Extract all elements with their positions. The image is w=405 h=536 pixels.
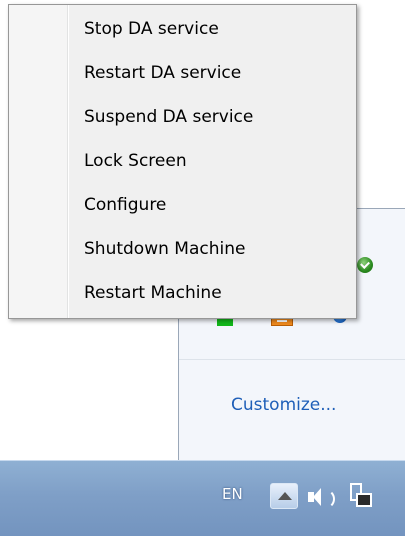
menu-icon-gutter xyxy=(9,5,69,318)
speaker-icon[interactable] xyxy=(308,487,336,509)
menu-item-lock-screen[interactable]: Lock Screen xyxy=(84,151,187,171)
menu-item-restart-da-service[interactable]: Restart DA service xyxy=(84,63,241,83)
network-icon[interactable] xyxy=(346,483,374,513)
menu-item-configure[interactable]: Configure xyxy=(84,195,166,215)
menu-item-shutdown-machine[interactable]: Shutdown Machine xyxy=(84,239,245,259)
flyout-divider xyxy=(179,359,405,360)
green-check-icon[interactable] xyxy=(357,257,373,273)
show-hidden-icons-button[interactable] xyxy=(270,483,298,509)
menu-item-restart-machine[interactable]: Restart Machine xyxy=(84,283,222,303)
context-menu: Stop DA service Restart DA service Suspe… xyxy=(8,4,357,319)
customize-link[interactable]: Customize... xyxy=(231,395,336,415)
menu-item-suspend-da-service[interactable]: Suspend DA service xyxy=(84,107,253,127)
language-indicator[interactable]: EN xyxy=(222,485,243,503)
taskbar: EN xyxy=(0,460,405,536)
menu-item-stop-da-service[interactable]: Stop DA service xyxy=(84,19,219,39)
